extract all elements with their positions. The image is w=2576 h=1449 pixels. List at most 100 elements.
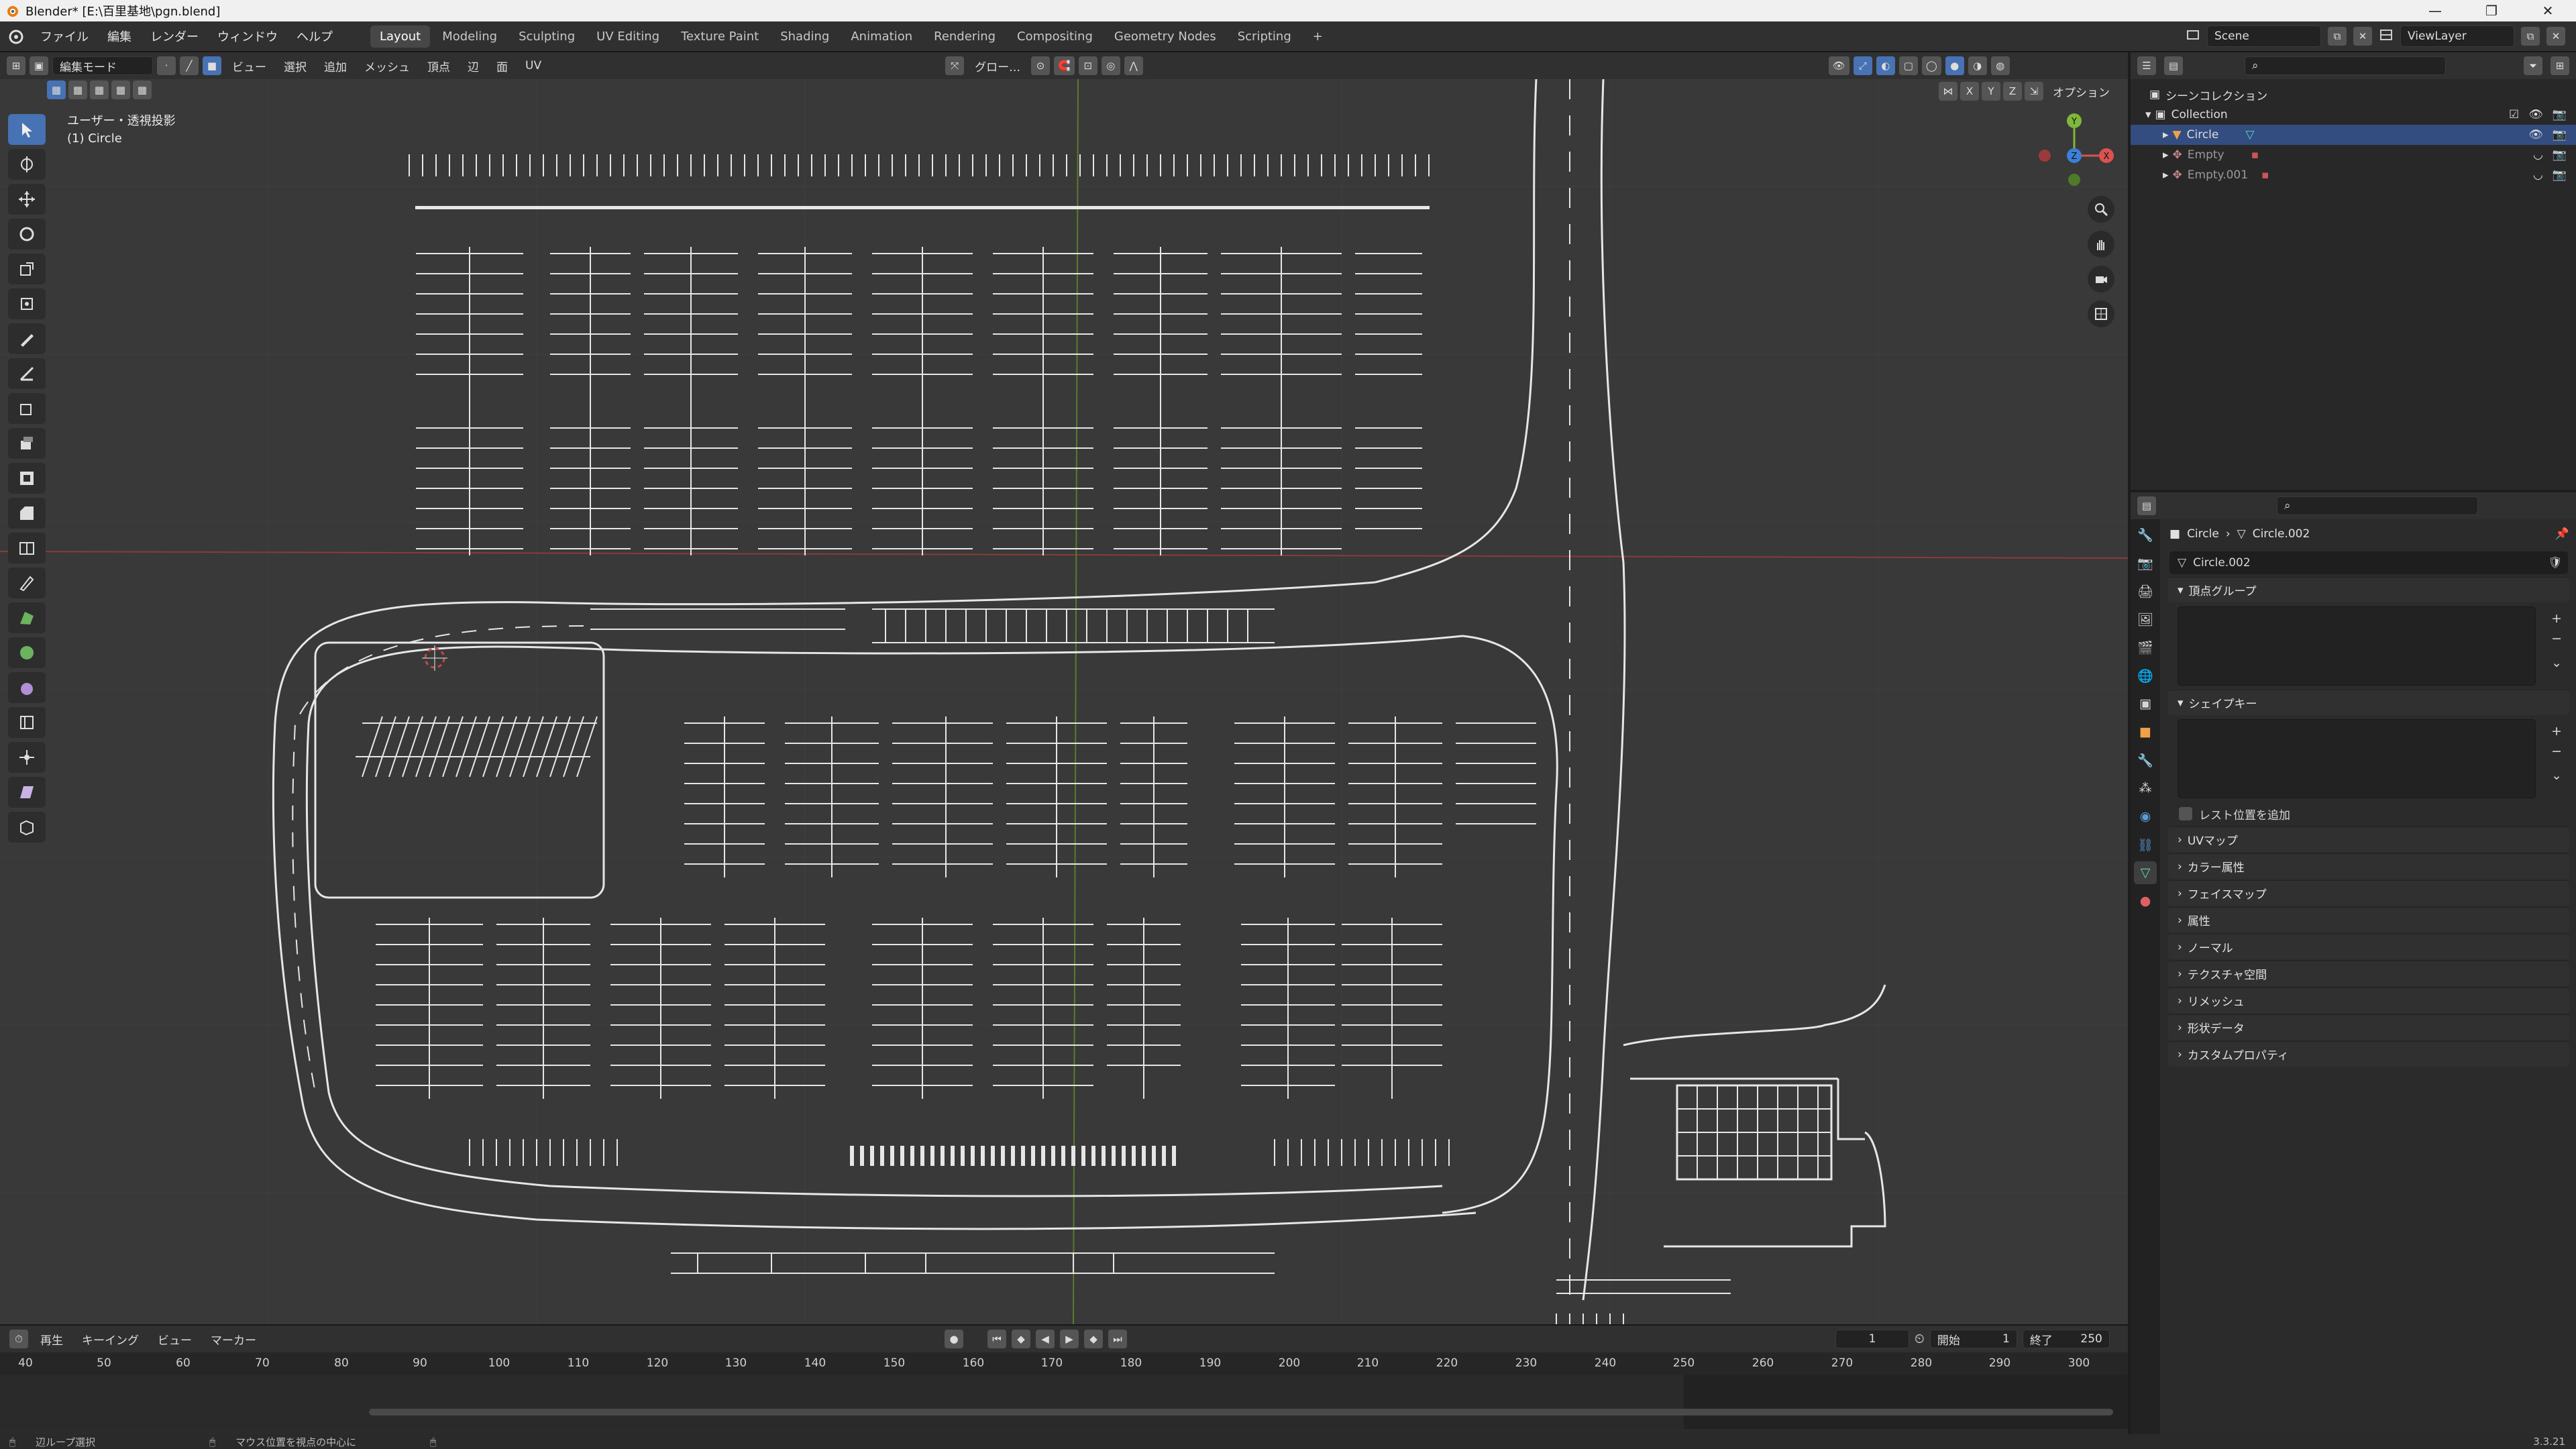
select-subtract-icon[interactable]: ▦ [90,80,109,99]
xray-icon[interactable]: ▢ [1898,56,1918,75]
annotate-tool[interactable] [8,323,46,354]
menu-uv[interactable]: UV [519,59,548,72]
panel-color-attributes[interactable]: › カラー属性 [2168,853,2569,879]
world-tab-icon[interactable]: 🌐 [2134,664,2157,687]
tab-layout[interactable]: Layout [370,25,431,48]
scene-tab-icon[interactable]: 🎬 [2134,636,2157,659]
viewlayer-selector[interactable]: ViewLayer [2400,25,2514,47]
poly-build-tool[interactable] [8,602,46,633]
tab-uv-editing[interactable]: UV Editing [587,25,669,48]
menu-face[interactable]: 面 [490,58,515,74]
add-rest-position-checkbox[interactable]: レスト位置を追加 [2164,802,2573,825]
new-collection-icon[interactable]: ⊞ [2551,56,2569,75]
select-box-tool[interactable] [8,114,46,145]
menu-marker[interactable]: マーカー [204,1331,263,1348]
menu-playback[interactable]: 再生 [34,1331,70,1348]
timeline-body[interactable] [0,1375,2128,1429]
checkbox-icon[interactable] [2179,807,2192,820]
tab-sculpting[interactable]: Sculpting [509,25,584,48]
tab-compositing[interactable]: Compositing [1008,25,1102,48]
record-icon[interactable]: ● [945,1330,963,1348]
minimize-button[interactable]: — [2407,3,2463,19]
select-mode-edge-icon[interactable]: ╱ [180,56,199,75]
panel-texture-space[interactable]: › テクスチャ空間 [2168,961,2569,986]
outliner-scene-collection[interactable]: ▣ シーンコレクション [2131,85,2576,105]
outliner-item-empty-001[interactable]: ▸ ✥ Empty.001 ▪ ◡ 📷 [2131,165,2576,185]
transform-tool[interactable] [8,288,46,319]
expand-arrow-icon[interactable]: ▾ [2145,108,2151,121]
menu-edit[interactable]: 編集 [98,28,141,45]
wireframe-shading-icon[interactable]: ◯ [1921,56,1941,75]
constraints-tab-icon[interactable]: ⛓ [2134,833,2157,856]
current-frame-field[interactable]: 1 [1835,1330,1909,1348]
snap-target-icon[interactable]: ⊡ [1078,56,1097,75]
tab-texture-paint[interactable]: Texture Paint [672,25,768,48]
move-tool[interactable] [8,184,46,215]
menu-render[interactable]: レンダー [141,28,208,45]
delete-viewlayer-icon[interactable]: ✕ [2546,27,2565,46]
mode-selector[interactable]: 編集モード [52,56,153,75]
material-shading-icon[interactable]: ◑ [1968,56,1987,75]
cursor-tool[interactable] [8,149,46,180]
camera-icon[interactable]: 📷 [2553,128,2567,142]
menu-view[interactable]: ビュー [225,58,273,74]
checkbox-icon[interactable]: ☑ [2509,108,2519,121]
perspective-grid-icon[interactable] [2088,301,2114,327]
rendered-shading-icon[interactable]: ◍ [1990,56,2010,75]
mode-icon[interactable]: ▣ [30,56,48,75]
falloff-icon[interactable]: ⋀ [1124,56,1143,75]
snap-icon[interactable]: 🧲 [1054,56,1075,75]
next-keyframe-icon[interactable]: ◆ [1084,1330,1103,1348]
knife-tool[interactable] [8,568,46,598]
spin-tool[interactable] [8,637,46,668]
pan-hand-icon[interactable] [2088,231,2114,258]
stopwatch-icon[interactable]: ⏲ [1915,1332,1925,1346]
add-vertex-group-icon[interactable]: + [2551,611,2562,626]
rip-tool[interactable] [8,812,46,843]
menu-timeline-view[interactable]: ビュー [151,1331,199,1348]
loop-cut-tool[interactable] [8,533,46,564]
frame-ruler[interactable]: 40 50 60 70 80 90 100 110 120 130 140 15… [0,1352,2128,1375]
panel-normals[interactable]: › ノーマル [2168,934,2569,959]
camera-icon[interactable]: 📷 [2553,108,2567,121]
pivot-point-icon[interactable]: ⊙ [1031,56,1051,75]
tab-shading[interactable]: Shading [771,25,839,48]
mesh-drawing[interactable] [0,52,2128,1324]
mirror-x-button[interactable]: X [1960,82,1979,101]
tab-geometry-nodes[interactable]: Geometry Nodes [1105,25,1226,48]
auto-merge-icon[interactable]: ⇲ [2025,82,2043,101]
edge-slide-tool[interactable] [8,707,46,738]
rotate-tool[interactable] [8,219,46,250]
scale-tool[interactable] [8,254,46,284]
pin-icon[interactable]: 📌 [2555,527,2573,541]
add-cube-tool[interactable] [8,393,46,424]
transform-orientation-icon[interactable]: ⤧ [945,56,965,75]
transform-orientation-selector[interactable]: グロー… [968,58,1027,74]
tab-modeling[interactable]: Modeling [433,25,506,48]
inset-tool[interactable] [8,463,46,494]
menu-window[interactable]: ウィンドウ [208,28,287,45]
view-layer-tab-icon[interactable]: 🖼 [2134,608,2157,631]
vertex-group-list[interactable]: + − ⌄ [2178,606,2562,686]
particles-tab-icon[interactable]: ⁂ [2134,777,2157,800]
clock-icon[interactable]: ⏱ [9,1330,28,1348]
timeline-scrollbar[interactable] [369,1409,2113,1415]
shape-key-list[interactable]: + − ⌄ [2178,719,2562,798]
mirror-y-button[interactable]: Y [1982,82,2000,101]
menu-edge[interactable]: 辺 [461,58,486,74]
tab-scripting[interactable]: Scripting [1228,25,1301,48]
play-reverse-icon[interactable]: ◀ [1036,1330,1055,1348]
play-icon[interactable]: ▶ [1060,1330,1079,1348]
outliner-item-empty[interactable]: ▸ ✥ Empty ▪ ◡ 📷 [2131,145,2576,165]
tab-rendering[interactable]: Rendering [924,25,1005,48]
list-menu-icon[interactable]: ⌄ [2551,655,2562,670]
tab-animation[interactable]: Animation [841,25,922,48]
eye-hidden-icon[interactable]: ◡ [2533,168,2543,182]
data-tab-icon[interactable]: ▽ [2134,861,2157,884]
proportional-edit-icon[interactable]: ◎ [1101,56,1120,75]
panel-remesh[interactable]: › リメッシュ [2168,987,2569,1013]
options-menu[interactable]: オプション [2046,83,2116,100]
visibility-icon[interactable]: 👁 [1828,56,1849,75]
outliner-collection[interactable]: ▾ ▣ Collection ☑ 👁 📷 [2131,105,2576,125]
camera-icon[interactable]: 📷 [2553,148,2567,162]
